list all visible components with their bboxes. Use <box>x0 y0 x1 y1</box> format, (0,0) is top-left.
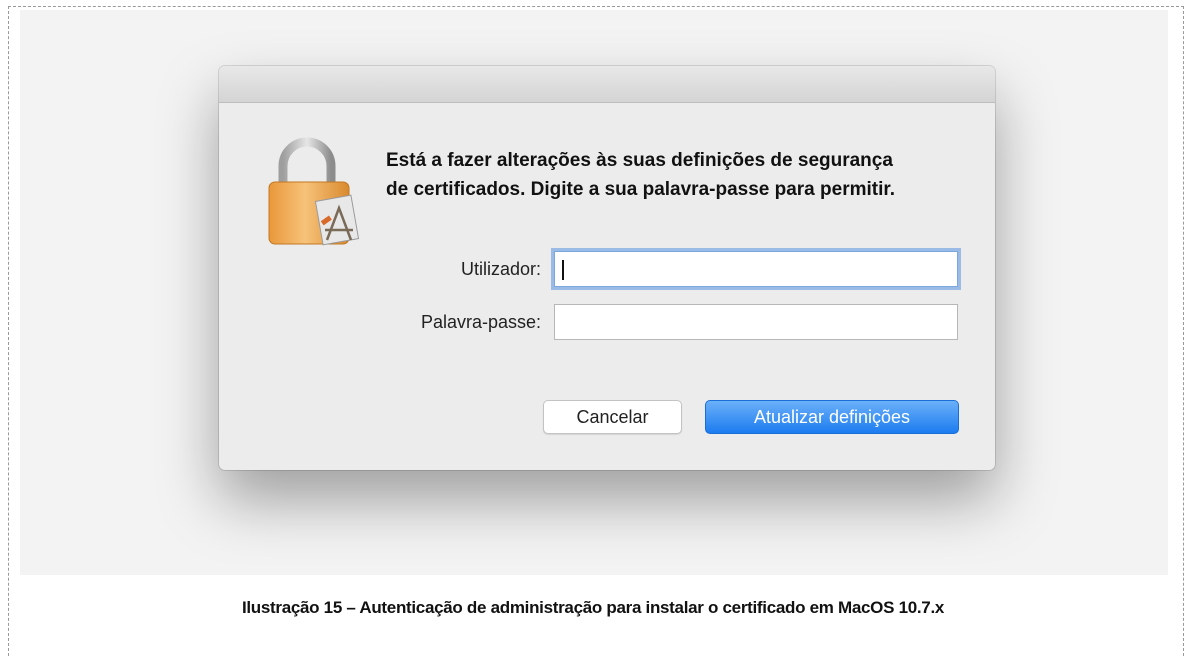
password-row: Palavra-passe: <box>219 304 995 344</box>
auth-dialog: Está a fazer alterações às suas definiçõ… <box>219 66 995 470</box>
username-row: Utilizador: <box>219 251 995 291</box>
update-settings-button[interactable]: Atualizar definições <box>705 400 959 434</box>
password-input[interactable] <box>554 304 958 340</box>
text-caret <box>562 260 564 280</box>
password-label: Palavra-passe: <box>420 312 541 332</box>
figure-caption: Ilustração 15 – Autenticação de administ… <box>241 598 945 617</box>
cancel-button[interactable]: Cancelar <box>543 400 682 434</box>
dialog-message: Está a fazer alterações às suas definiçõ… <box>386 150 895 200</box>
username-input[interactable] <box>554 251 958 287</box>
lock-certificate-icon <box>268 137 360 246</box>
username-label: Utilizador: <box>460 259 541 279</box>
dialog-titlebar <box>219 66 995 103</box>
